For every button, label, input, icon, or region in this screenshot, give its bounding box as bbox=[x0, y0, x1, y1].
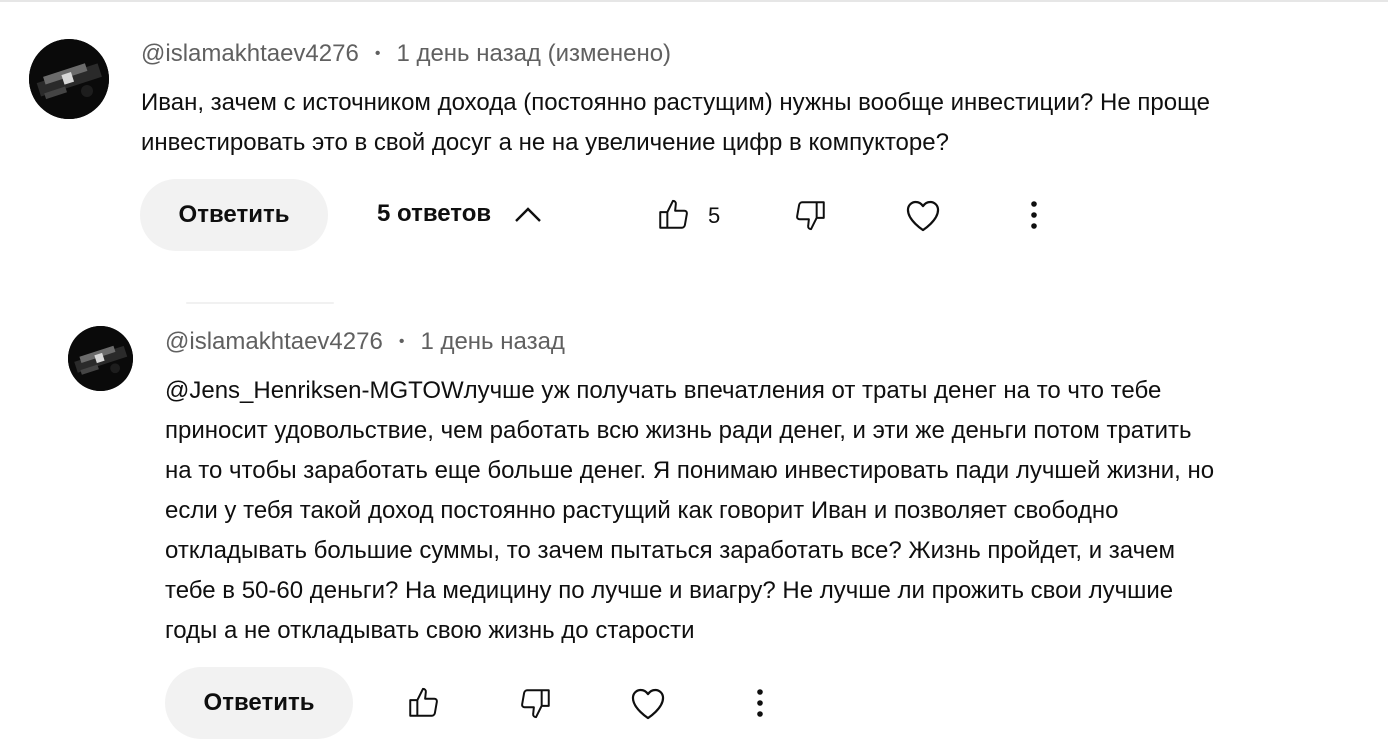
heart-icon bbox=[631, 688, 665, 720]
reply-text-line: на то чтобы заработать еще больше денег.… bbox=[165, 457, 1215, 484]
comment-meta: @islamakhtaev4276 • 1 день назад (измене… bbox=[141, 40, 671, 68]
reply-text-line: приносит удовольствие, чем работать всю … bbox=[165, 417, 1192, 444]
chevron-up-icon bbox=[515, 207, 542, 222]
reply-text: @Jens_Henriksen-MGTOWлучше уж получать в… bbox=[165, 371, 1214, 651]
thumbs-up-icon bbox=[659, 199, 688, 229]
dislike-button[interactable] bbox=[518, 684, 554, 722]
timestamp[interactable]: 1 день назад (изменено) bbox=[396, 40, 671, 68]
dislike-button[interactable] bbox=[793, 196, 829, 234]
heart-button[interactable] bbox=[903, 195, 943, 235]
reply-text-line: если у тебя такой доход постоянно растущ… bbox=[165, 497, 1119, 524]
reply-button[interactable]: Ответить bbox=[140, 179, 328, 251]
reply-text-line: откладывать большие суммы, то зачем пыта… bbox=[165, 537, 1175, 564]
reply-text-line: годы а не откладывать свою жизнь до стар… bbox=[165, 617, 695, 644]
timestamp[interactable]: 1 день назад bbox=[420, 328, 564, 356]
thumbs-down-icon bbox=[796, 201, 825, 231]
comment-text-line: инвестировать это в свой досуг а не на у… bbox=[141, 129, 949, 156]
thumbs-down-icon bbox=[521, 689, 550, 719]
separator-dot: • bbox=[398, 333, 405, 350]
reply-text-line: тебе в 50-60 деньги? На медицину по лучш… bbox=[165, 577, 1174, 604]
reply-button[interactable]: Ответить bbox=[165, 667, 353, 739]
author-name[interactable]: @islamakhtaev4276 bbox=[165, 328, 383, 356]
like-count: 5 bbox=[708, 203, 721, 228]
heart-button[interactable] bbox=[628, 683, 668, 723]
author-name[interactable]: @islamakhtaev4276 bbox=[141, 40, 359, 68]
more-vert-icon bbox=[1031, 201, 1037, 229]
comment-text: Иван, зачем с источником дохода (постоян… bbox=[141, 83, 1210, 163]
like-button[interactable] bbox=[655, 196, 691, 234]
thumbs-up-icon bbox=[409, 687, 438, 717]
replies-count-label: 5 ответов bbox=[377, 200, 492, 227]
reply-meta: @islamakhtaev4276 • 1 день назад bbox=[165, 328, 565, 356]
more-options-button[interactable] bbox=[1022, 196, 1046, 234]
avatar[interactable] bbox=[29, 39, 109, 119]
comment-text-line: Иван, зачем с источником дохода (постоян… bbox=[141, 89, 1210, 116]
avatar[interactable] bbox=[68, 326, 133, 391]
like-button[interactable] bbox=[405, 684, 441, 722]
comments-page: @islamakhtaev4276 • 1 день назад (измене… bbox=[0, 0, 1388, 746]
separator-dot: • bbox=[374, 45, 381, 62]
more-vert-icon bbox=[757, 689, 763, 717]
replies-toggle-button[interactable]: 5 ответов bbox=[377, 200, 543, 228]
heart-icon bbox=[906, 200, 940, 232]
reply-text-line: @Jens_Henriksen-MGTOWлучше уж получать в… bbox=[165, 377, 1162, 404]
divider bbox=[0, 0, 1388, 2]
more-options-button[interactable] bbox=[748, 684, 772, 722]
divider bbox=[186, 302, 334, 304]
